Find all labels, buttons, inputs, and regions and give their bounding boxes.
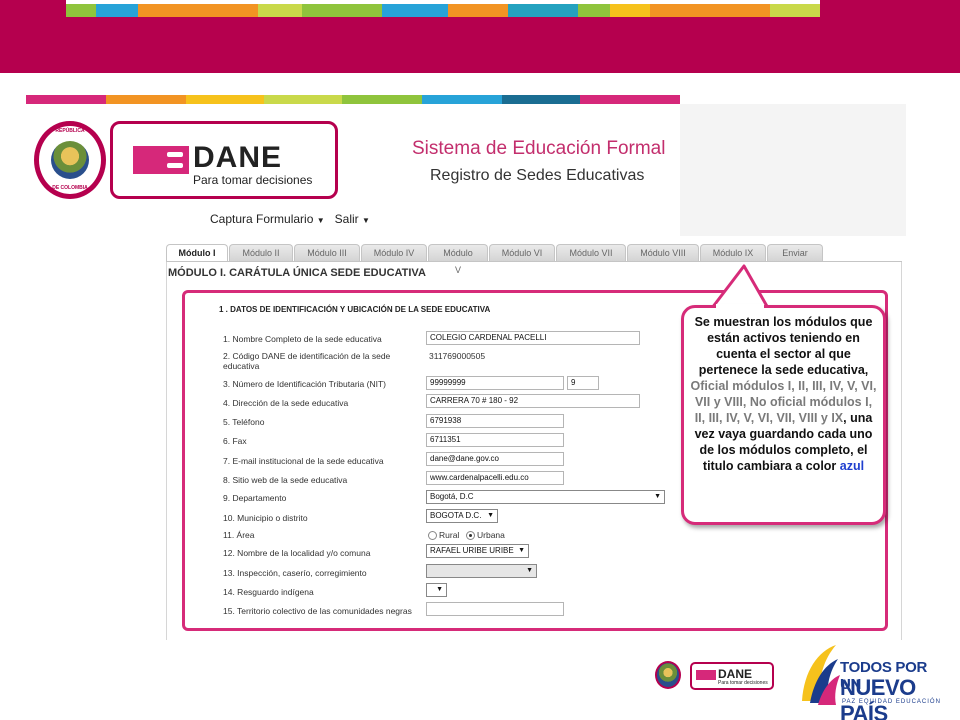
field-label-email: 7. E-mail institucional de la sede educa… — [223, 456, 384, 466]
module-tabs: Módulo I Módulo II Módulo III Módulo IV … — [166, 244, 824, 275]
callout-text-a: Se muestran los módulos que están activo… — [694, 315, 873, 377]
municipio-value: BOGOTA D.C. — [430, 511, 482, 520]
slogan-line-3: PAZ EQUIDAD EDUCACIÓN — [842, 699, 941, 705]
callout-text-azul: azul — [839, 459, 865, 473]
colombia-seal-icon: REPÚBLICA DE COLOMBIA — [34, 121, 106, 199]
fax-input[interactable]: 6711351 — [426, 433, 564, 447]
tab-modulo-vi[interactable]: Módulo VI — [489, 244, 555, 261]
tab-modulo-iii[interactable]: Módulo III — [294, 244, 360, 261]
dropdown-arrow-icon: ▼ — [487, 512, 494, 519]
top-color-stripes — [66, 4, 820, 17]
footer-dane-tagline: Para tomar decisiones — [718, 680, 768, 686]
dropdown-arrow-icon: ▼ — [654, 493, 661, 500]
tab-modulo-iv[interactable]: Módulo IV — [361, 244, 427, 261]
seal-bottom-text: DE COLOMBIA — [52, 185, 88, 191]
coat-of-arms-icon — [51, 141, 89, 179]
app-color-stripes — [26, 95, 680, 104]
section-title: 1 . DATOS DE IDENTIFICACIÓN Y UBICACIÓN … — [219, 305, 491, 314]
inspeccion-select[interactable]: ▼ — [426, 564, 537, 578]
caret-down-icon: ▼ — [316, 216, 325, 225]
telefono-input[interactable]: 6791938 — [426, 414, 564, 428]
dane-logo-word: DANE — [193, 141, 283, 174]
field-label-direccion: 4. Dirección de la sede educativa — [223, 398, 349, 408]
field-label-telefono: 5. Teléfono — [223, 417, 265, 427]
dane-mark-icon — [696, 670, 716, 680]
email-input[interactable]: dane@dane.gov.co — [426, 452, 564, 466]
field-label-inspeccion: 13. Inspección, caserío, corregimiento — [223, 568, 367, 578]
footer-dane-logo: DANE Para tomar decisiones — [690, 662, 774, 690]
field-label-localidad: 12. Nombre de la localidad y/o comuna — [223, 548, 371, 558]
nit-dv-input[interactable]: 9 — [567, 376, 599, 390]
tab-modulo-ii[interactable]: Módulo II — [229, 244, 293, 261]
field-label-sitio-web: 8. Sitio web de la sede educativa — [223, 475, 348, 485]
field-label-municipio: 10. Municipio o distrito — [223, 513, 308, 523]
field-label-area: 11. Área — [223, 530, 255, 540]
menu-captura-formulario[interactable]: Captura Formulario ▼ — [210, 212, 325, 226]
field-label-nombre: 1. Nombre Completo de la sede educativa — [223, 334, 382, 344]
menu-label: Salir — [334, 212, 359, 226]
top-band-left — [0, 0, 66, 17]
dane-logo[interactable]: DANE Para tomar decisiones — [110, 121, 338, 199]
top-band-right — [820, 0, 960, 17]
seal-top-text: REPÚBLICA — [55, 128, 85, 134]
tab-enviar[interactable]: Enviar — [767, 244, 823, 261]
menu-salir[interactable]: Salir ▼ — [335, 212, 370, 226]
slide: REPÚBLICA DE COLOMBIA DANE Para tomar de… — [0, 0, 960, 720]
field-label-nit: 3. Número de Identificación Tributaria (… — [223, 379, 386, 389]
system-title: Sistema de Educación Formal — [412, 138, 666, 159]
localidad-select[interactable]: RAFAEL URIBE URIBE ▼ — [426, 544, 529, 558]
departamento-value: Bogotá, D.C — [430, 492, 474, 501]
tab-modulo-vii[interactable]: Módulo VII — [556, 244, 626, 261]
top-magenta-band — [0, 17, 960, 73]
resguardo-select[interactable]: ▼ — [426, 583, 447, 597]
footer-dane-word: DANE — [718, 667, 753, 681]
sitio-web-input[interactable]: www.cardenalpacelli.edu.co — [426, 471, 564, 485]
area-urbana-label: Urbana — [477, 530, 505, 540]
dropdown-arrow-icon: ▼ — [518, 547, 525, 554]
todos-por-un-nuevo-pais-logo: TODOS POR UN NUEVO PAÍS PAZ EQUIDAD EDUC… — [796, 641, 946, 720]
system-subtitle: Registro de Sedes Educativas — [430, 167, 645, 184]
callout-note: Se muestran los módulos que están activo… — [681, 305, 886, 525]
municipio-select[interactable]: BOGOTA D.C. ▼ — [426, 509, 498, 523]
area-rural-label: Rural — [439, 530, 460, 540]
nuevo-pais-swoosh-icon — [802, 645, 840, 705]
tab-modulo-v[interactable]: Módulo V — [428, 244, 488, 275]
codigo-dane-value: 311769000505 — [429, 351, 486, 361]
nit-input[interactable]: 99999999 — [426, 376, 564, 390]
footer-colombia-seal-icon — [655, 661, 681, 689]
localidad-value: RAFAEL URIBE URIBE — [430, 546, 514, 555]
dropdown-arrow-icon: ▼ — [436, 586, 443, 593]
area-rural-radio[interactable] — [428, 531, 437, 540]
territorio-input[interactable] — [426, 602, 564, 616]
tab-modulo-ix[interactable]: Módulo IX — [700, 244, 766, 261]
dane-mark-icon — [133, 146, 189, 174]
module-title: MÓDULO I. CARÁTULA ÚNICA SEDE EDUCATIVA — [168, 267, 426, 279]
slogan-line-2: NUEVO PAÍS — [840, 675, 916, 720]
dropdown-arrow-icon: ▼ — [526, 567, 533, 574]
departamento-select[interactable]: Bogotá, D.C ▼ — [426, 490, 665, 504]
field-label-codigo-dane-2: educativa — [223, 361, 260, 371]
field-label-resguardo: 14. Resguardo indígena — [223, 587, 314, 597]
dane-logo-tagline: Para tomar decisiones — [193, 173, 313, 187]
caret-down-icon: ▼ — [362, 216, 370, 225]
field-label-fax: 6. Fax — [223, 436, 247, 446]
field-label-departamento: 9. Departamento — [223, 493, 287, 503]
top-menu: Captura Formulario ▼ Salir ▼ — [210, 212, 370, 226]
tab-modulo-i[interactable]: Módulo I — [166, 244, 228, 261]
field-label-codigo-dane: 2. Código DANE de identificación de la s… — [223, 351, 391, 361]
direccion-input[interactable]: CARRERA 70 # 180 - 92 — [426, 394, 640, 408]
menu-label: Captura Formulario — [210, 212, 314, 226]
field-label-territorio: 15. Territorio colectivo de las comunida… — [223, 606, 412, 616]
area-urbana-radio[interactable] — [466, 531, 475, 540]
tab-modulo-viii[interactable]: Módulo VIII — [627, 244, 699, 261]
nombre-sede-input[interactable]: COLEGIO CARDENAL PACELLI — [426, 331, 640, 345]
